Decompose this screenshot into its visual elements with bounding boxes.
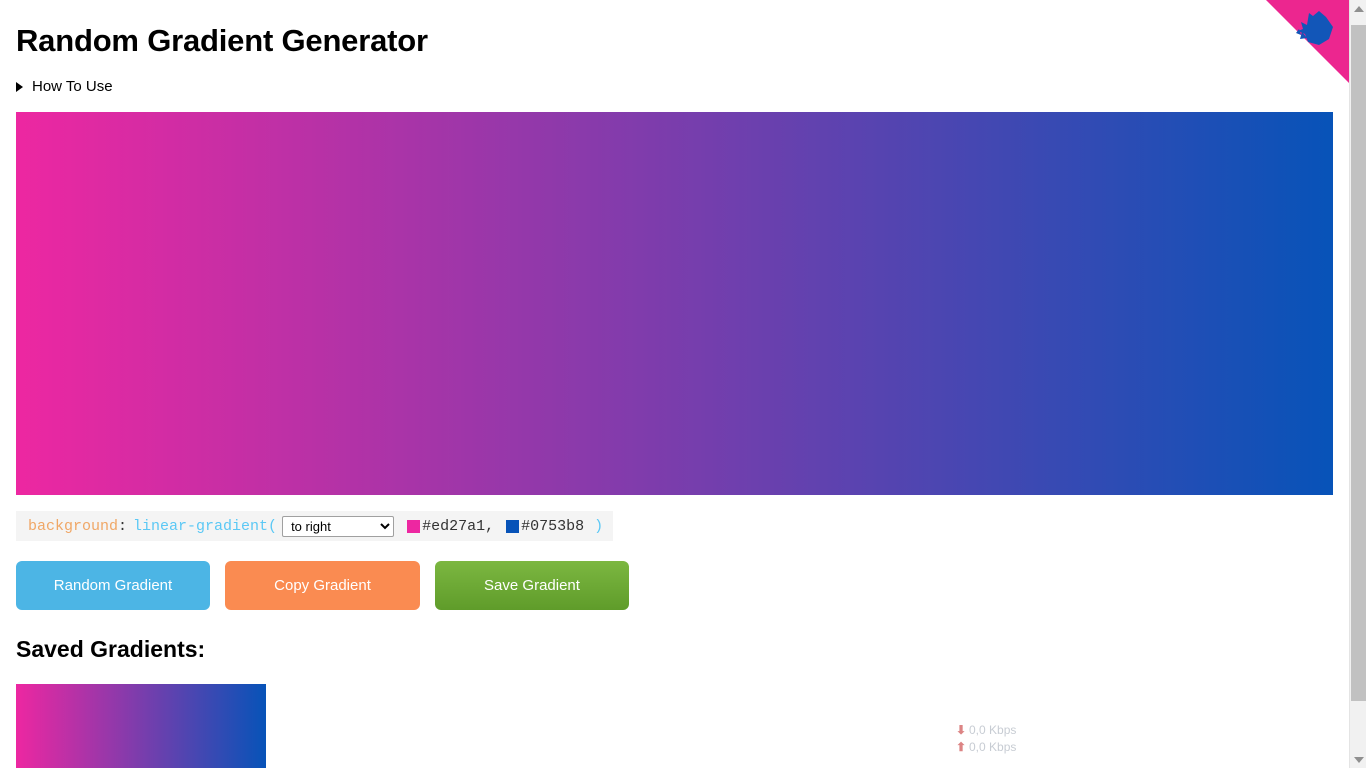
cat-logo-icon: [1296, 11, 1333, 45]
random-gradient-button[interactable]: Random Gradient: [16, 561, 210, 610]
css-property-name: background: [28, 517, 119, 535]
color-swatch-start[interactable]: [407, 519, 421, 533]
color-start-hex-label: #ed27a1,: [422, 517, 495, 535]
network-speed-overlay: ⬇ 0,0 Kbps ⬆ 0,0 Kbps: [956, 722, 1016, 756]
save-gradient-button[interactable]: Save Gradient: [435, 561, 629, 610]
css-function-close: ): [594, 517, 604, 535]
network-download-value: 0,0 Kbps: [969, 723, 1017, 737]
vertical-scrollbar[interactable]: [1349, 0, 1366, 768]
scroll-up-arrow-icon[interactable]: [1350, 0, 1366, 17]
color-end-hex-label: #0753b8: [521, 517, 585, 535]
saved-gradients-list: [16, 684, 266, 768]
arrow-up-icon: ⬆: [956, 740, 967, 754]
disclosure-triangle-right-icon: [16, 81, 23, 92]
color-swatch-end[interactable]: [506, 519, 520, 533]
action-button-row: Random Gradient Copy Gradient Save Gradi…: [16, 561, 629, 610]
page-title: Random Gradient Generator: [16, 23, 428, 58]
scrollbar-thumb[interactable]: [1351, 25, 1366, 701]
network-upload-row: ⬆ 0,0 Kbps: [956, 739, 1016, 756]
how-to-use-disclosure[interactable]: How To Use: [16, 77, 113, 96]
network-upload-value: 0,0 Kbps: [969, 740, 1017, 754]
css-code-bar: background: linear-gradient( to rightto l…: [16, 511, 614, 541]
gradient-preview: [16, 112, 1333, 495]
corner-ribbon-link[interactable]: [1266, 0, 1349, 83]
page-content: Random Gradient Generator How To Use bac…: [0, 0, 1349, 768]
saved-gradient-swatch[interactable]: [16, 684, 266, 768]
network-download-row: ⬇ 0,0 Kbps: [956, 722, 1016, 739]
arrow-down-icon: ⬇: [956, 723, 967, 737]
copy-gradient-button[interactable]: Copy Gradient: [225, 561, 420, 610]
saved-gradients-heading: Saved Gradients:: [16, 636, 206, 662]
page-root: Random Gradient Generator How To Use bac…: [0, 0, 1366, 768]
how-to-use-label: How To Use: [32, 78, 113, 95]
scroll-down-arrow-icon[interactable]: [1350, 751, 1366, 768]
css-colon: :: [118, 517, 128, 535]
gradient-direction-select[interactable]: to rightto leftto topto bottomto top rig…: [282, 515, 395, 537]
css-function-open: linear-gradient(: [133, 517, 278, 535]
